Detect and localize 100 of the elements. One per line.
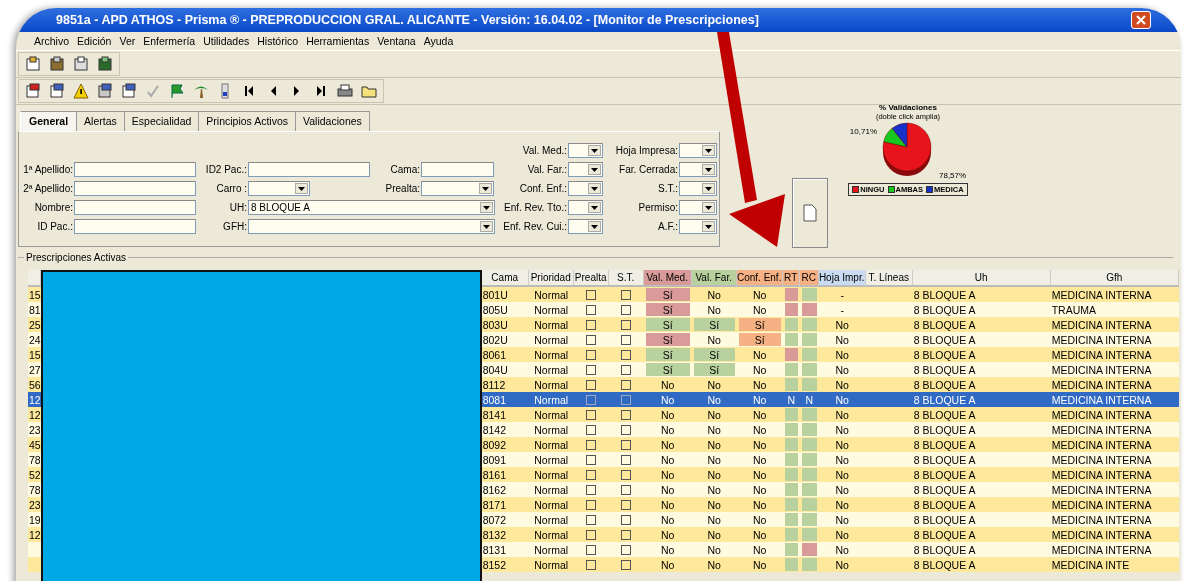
menu-item[interactable]: Enfermería bbox=[143, 35, 196, 47]
checkbox[interactable] bbox=[621, 304, 632, 315]
dropdown-button[interactable] bbox=[702, 145, 715, 156]
tab[interactable]: General bbox=[20, 111, 78, 131]
dropdown-button[interactable] bbox=[479, 183, 492, 194]
input-field[interactable] bbox=[74, 219, 196, 234]
checkbox[interactable] bbox=[621, 349, 632, 360]
checkbox[interactable] bbox=[621, 334, 632, 345]
dropdown-button[interactable] bbox=[588, 183, 601, 194]
dropdown-button[interactable] bbox=[588, 221, 601, 232]
dropdown-field[interactable] bbox=[248, 219, 495, 234]
table-row[interactable]: 803U Normal Sí Sí Sí No 8 BLOQUE A MEDICINA INTERNA bbox=[481, 317, 1179, 332]
checkbox[interactable] bbox=[586, 499, 597, 510]
checkbox[interactable] bbox=[586, 544, 597, 555]
dropdown-field[interactable] bbox=[568, 143, 603, 158]
checkbox[interactable] bbox=[586, 469, 597, 480]
table-row[interactable]: 802U Normal Sí No Sí No 8 BLOQUE A MEDICINA INTERNA bbox=[481, 332, 1179, 347]
checkbox[interactable] bbox=[621, 469, 632, 480]
input-field[interactable] bbox=[74, 200, 196, 215]
checkbox[interactable] bbox=[621, 514, 632, 525]
table-row[interactable]: 8171 Normal No No No No 8 BLOQUE A MEDICINA INTERNA bbox=[481, 497, 1179, 512]
dropdown-button[interactable] bbox=[702, 202, 715, 213]
checkbox[interactable] bbox=[586, 334, 597, 345]
menu-item[interactable]: Archivo bbox=[34, 35, 69, 47]
input-field[interactable] bbox=[74, 162, 196, 177]
checkbox[interactable] bbox=[586, 484, 597, 495]
checkbox[interactable] bbox=[621, 424, 632, 435]
table-row[interactable]: 8162 Normal No No No No 8 BLOQUE A MEDICINA INTERNA bbox=[481, 482, 1179, 497]
menu-item[interactable]: Ayuda bbox=[423, 35, 454, 47]
table-row[interactable]: 8132 Normal No No No No 8 BLOQUE A MEDICINA INTERNA bbox=[481, 527, 1179, 542]
warning-button[interactable] bbox=[70, 81, 92, 101]
checkbox[interactable] bbox=[621, 454, 632, 465]
table-row[interactable]: 8161 Normal No No No No 8 BLOQUE A MEDICINA INTERNA bbox=[481, 467, 1179, 482]
dropdown-field[interactable] bbox=[568, 162, 603, 177]
checkbox[interactable] bbox=[621, 319, 632, 330]
dropdown-field[interactable]: 8 BLOQUE A bbox=[248, 200, 495, 215]
dropdown-field[interactable] bbox=[568, 200, 603, 215]
dropdown-button[interactable] bbox=[480, 221, 493, 232]
checkbox[interactable] bbox=[586, 349, 597, 360]
tab[interactable]: Especialidad bbox=[124, 111, 200, 131]
checkbox[interactable] bbox=[621, 484, 632, 495]
dropdown-button[interactable] bbox=[702, 221, 715, 232]
checkbox[interactable] bbox=[586, 379, 597, 390]
table-row[interactable]: 804U Normal Sí Sí No No 8 BLOQUE A MEDICINA INTERNA bbox=[481, 362, 1179, 377]
checkbox[interactable] bbox=[621, 529, 632, 540]
checkbox[interactable] bbox=[586, 289, 597, 300]
menu-item[interactable]: Histórico bbox=[257, 35, 299, 47]
dropdown-field[interactable] bbox=[679, 143, 717, 158]
table-row[interactable]: 8072 Normal No No No No 8 BLOQUE A MEDICINA INTERNA bbox=[481, 512, 1179, 527]
checkbox[interactable] bbox=[621, 364, 632, 375]
input-field[interactable] bbox=[74, 181, 196, 196]
dropdown-button[interactable] bbox=[588, 164, 601, 175]
dropdown-field[interactable] bbox=[568, 181, 603, 196]
table-row[interactable]: 801U Normal Sí No No - 8 BLOQUE A MEDICINA INTERNA bbox=[481, 287, 1179, 302]
dropdown-button[interactable] bbox=[702, 183, 715, 194]
checkbox[interactable] bbox=[586, 424, 597, 435]
dropdown-button[interactable] bbox=[588, 145, 601, 156]
table-row[interactable]: 8141 Normal No No No No 8 BLOQUE A MEDICINA INTERNA bbox=[481, 407, 1179, 422]
checkbox[interactable] bbox=[586, 454, 597, 465]
table-row[interactable]: 805U Normal Sí No No - 8 BLOQUE A TRAUMA bbox=[481, 302, 1179, 317]
checkbox[interactable] bbox=[586, 559, 597, 570]
checkbox[interactable] bbox=[586, 364, 597, 375]
menu-item[interactable]: Ver bbox=[119, 35, 136, 47]
table-row[interactable]: 8061 Normal Sí Sí No No 8 BLOQUE A MEDICINA INTERNA bbox=[481, 347, 1179, 362]
table-row[interactable]: 8152 Normal No No No No 8 BLOQUE A MEDICINA INTE bbox=[481, 557, 1179, 572]
table-row[interactable]: 8091 Normal No No No No 8 BLOQUE A MEDICINA INTERNA bbox=[481, 452, 1179, 467]
checkbox[interactable] bbox=[621, 394, 632, 405]
tab[interactable]: Alertas bbox=[77, 111, 125, 131]
checkbox[interactable] bbox=[586, 394, 597, 405]
tab[interactable]: Validaciones bbox=[296, 111, 370, 131]
checkbox[interactable] bbox=[586, 439, 597, 450]
dropdown-field[interactable] bbox=[679, 162, 717, 177]
dropdown-field[interactable] bbox=[421, 181, 494, 196]
checkbox[interactable] bbox=[586, 529, 597, 540]
dropdown-button[interactable] bbox=[480, 202, 493, 213]
menu-item[interactable]: Ventana bbox=[377, 35, 416, 47]
checkbox[interactable] bbox=[586, 319, 597, 330]
dropdown-field[interactable] bbox=[679, 219, 717, 234]
menu-item[interactable]: Edición bbox=[77, 35, 112, 47]
table-row[interactable]: 8131 Normal No No No No 8 BLOQUE A MEDICINA INTERNA bbox=[481, 542, 1179, 557]
input-field[interactable] bbox=[248, 162, 370, 177]
checkbox[interactable] bbox=[586, 409, 597, 420]
checkbox[interactable] bbox=[586, 514, 597, 525]
checkbox[interactable] bbox=[621, 499, 632, 510]
checkbox[interactable] bbox=[621, 439, 632, 450]
tab[interactable]: Principios Activos bbox=[199, 111, 297, 131]
dropdown-field[interactable] bbox=[679, 181, 717, 196]
checkbox[interactable] bbox=[621, 559, 632, 570]
menu-item[interactable]: Utilidades bbox=[203, 35, 250, 47]
dropdown-button[interactable] bbox=[702, 164, 715, 175]
checkbox[interactable] bbox=[586, 304, 597, 315]
checkbox[interactable] bbox=[621, 544, 632, 555]
input-field[interactable] bbox=[421, 162, 494, 177]
dropdown-button[interactable] bbox=[588, 202, 601, 213]
dropdown-field[interactable] bbox=[568, 219, 603, 234]
dropdown-field[interactable] bbox=[679, 200, 717, 215]
checkbox[interactable] bbox=[621, 379, 632, 390]
close-button[interactable] bbox=[1131, 11, 1151, 29]
table-row[interactable]: 8081 Normal No No No N N No 8 BLOQUE A MEDICINA INTERNA bbox=[481, 392, 1179, 407]
checkbox[interactable] bbox=[621, 409, 632, 420]
